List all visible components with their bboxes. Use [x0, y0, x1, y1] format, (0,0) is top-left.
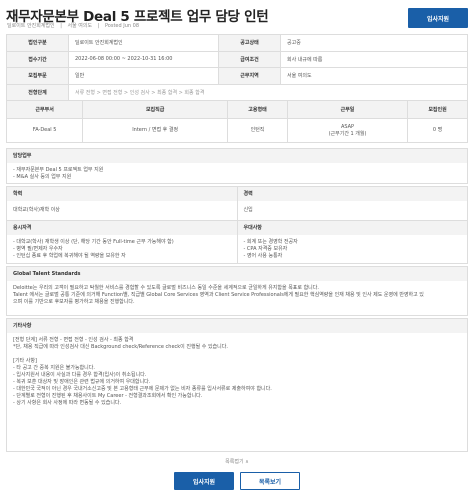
section-title: 경력	[237, 187, 467, 201]
start-value: ASAP	[340, 123, 355, 130]
info-key: 급여조건	[218, 50, 281, 68]
duration-value: (근무기간 1 개월)	[328, 130, 367, 137]
gts-line: Talent 에서는 글로벌 공통 기준에 의거해 Function별, 직급별…	[13, 292, 424, 298]
job-location: 서울 여의도	[67, 23, 93, 29]
duties-section: 담당업무 - 재무자문본부 Deal 5 프로젝트 업무 지원 - M&A 실사…	[6, 148, 468, 184]
table-row: 접수기간 2022-06-08 00:00 ~ 2022-10-31 16:00…	[6, 50, 468, 68]
preference-line: - 회계 또는 경영학 전공자	[243, 239, 298, 245]
info-value: 일반	[68, 67, 219, 85]
info-value: 회사 내규에 따름	[280, 50, 468, 68]
column-header: 근무일	[286, 100, 409, 119]
type-cell: 인턴직	[227, 118, 288, 143]
section-title: 학력	[7, 187, 237, 201]
info-key: 근무지역	[218, 67, 281, 85]
qualifications-section: 학력 대학교(학사)재학 이상 경력 신입 응시자격 - 대학교(학사) 재학생…	[6, 186, 468, 264]
info-value: 딜로이트 안진회계법인	[68, 34, 219, 52]
preference-line: - CPA 자격증 보유자	[243, 246, 288, 252]
etc-section: 기타사항 [전형 단계] 서류 전형 - 면접 전형 - 인성 검사 - 최종 …	[6, 318, 468, 452]
section-title: Global Talent Standards	[7, 267, 467, 281]
requirement-line: - 병역 필/면제자 우수자	[13, 246, 63, 252]
info-value: 2022-06-08 00:00 ~ 2022-10-31 16:00	[68, 50, 219, 68]
duty-line: - M&A 실사 등의 업무 지원	[13, 174, 72, 180]
education-value: 대학교(학사)재학 이상	[13, 207, 60, 213]
preference-line: - 영어 사용 능통자	[243, 253, 283, 259]
info-key: 법인구분	[6, 34, 69, 52]
apply-button-bottom[interactable]: 입사지원	[174, 472, 234, 490]
table-row: 모집부문 일반 근무지역 서울 여의도	[6, 67, 468, 85]
info-key: 접수기간	[6, 50, 69, 68]
table-row: FA-Deal 5 Intern / 면접 후 결정 인턴직 ASAP (근무기…	[5, 118, 468, 143]
etc-line: [기타 사항]	[13, 358, 37, 364]
etc-line: *단, 채용 직급에 따라 인성검사 대신 Background check/R…	[13, 344, 228, 350]
duty-line: - 재무자문본부 Deal 5 프로젝트 업무 지원	[13, 167, 104, 173]
etc-line	[13, 351, 461, 358]
etc-line: - 단계별로 전형이 진행된 후 채용사이트 My Career - 전형결과조…	[13, 393, 203, 399]
info-key: 모집부문	[6, 67, 69, 85]
company-name: 딜로이트 안진회계법인	[7, 23, 55, 29]
global-talent-section: Global Talent Standards Deloitte는 우리의 고객…	[6, 266, 468, 316]
column-header: 모집직급	[82, 100, 229, 119]
requirement-line: - 대학교(학사) 재학생 이상 (단, 해당 기간 동안 Full-time …	[13, 239, 174, 245]
column-header: 고용형태	[227, 100, 288, 119]
info-value: 공고중	[280, 34, 468, 52]
requirement-line: - 인턴십 종료 후 학업에 복귀해야 될 역량을 보유한 자	[13, 253, 126, 259]
section-title: 기타사항	[7, 319, 467, 333]
table-row: 전형단계 서류 전형 > 면접 전형 > 인성 검사 > 최종 합격 > 회종 …	[6, 83, 468, 101]
process-value: 서류 전형 > 면접 전형 > 인성 검사 > 최종 합격 > 회종 합격	[68, 83, 468, 101]
posted-date: Posted Jun 08	[104, 23, 140, 29]
table-header-row: 근무부서 모집직급 고용형태 근무일 모집인원	[5, 100, 468, 119]
info-key: 공고상태	[218, 34, 281, 52]
career-value: 신입	[243, 207, 253, 213]
grade-cell: Intern / 면접 후 결정	[82, 118, 229, 143]
info-value: 서울 여의도	[280, 67, 468, 85]
apply-button-top[interactable]: 입사지원	[408, 8, 468, 28]
fold-toggle[interactable]: 목록접기 ∧	[0, 458, 474, 465]
gts-line: Deloitte는 우리의 고객이 필요하고 탁월한 서비스를 경험할 수 있도…	[13, 285, 319, 291]
dept-cell: FA-Deal 5	[5, 118, 84, 143]
column-header: 근무부서	[5, 100, 84, 119]
column-header: 모집인원	[407, 100, 468, 119]
page-header: 재무자문본부 Deal 5 프로젝트 업무 담당 인턴 딜로이트 안진회계법인 …	[0, 0, 474, 32]
gts-line: 으며 이를 기반으로 후보자를 평가하고 채용을 진행합니다.	[13, 299, 135, 305]
table-row: 법인구분 딜로이트 안진회계법인 공고상태 공고중	[6, 34, 468, 52]
info-table: 법인구분 딜로이트 안진회계법인 공고상태 공고중 접수기간 2022-06-0…	[6, 34, 468, 101]
info-key: 전형단계	[6, 83, 69, 101]
count-cell: 0 명	[407, 118, 468, 143]
list-button[interactable]: 목록보기	[240, 472, 300, 490]
etc-line: - 대한민국 국적이 아닌 경우 국내거소신고증 및 본 고용형태 근무에 문제…	[13, 386, 272, 392]
start-cell: ASAP (근무기간 1 개월)	[286, 118, 409, 143]
etc-line: - 복귀 보훈 대상자 및 장애인은 관련 법규에 의거하여 우대합니다.	[13, 379, 151, 385]
etc-line: - 입사지원서 내용이 사실과 다를 경우 합격(입사)이 취소됩니다.	[13, 372, 147, 378]
etc-line: [전형 단계] 서류 전형 - 면접 전형 - 인성 검사 - 최종 합격	[13, 337, 134, 343]
section-title: 담당업무	[7, 149, 467, 163]
section-title: 응시자격	[7, 221, 237, 235]
etc-line: - 상기 사항은 회사 사정에 따라 변동될 수 있습니다.	[13, 400, 122, 406]
job-table: 근무부서 모집직급 고용형태 근무일 모집인원 FA-Deal 5 Intern…	[5, 100, 468, 143]
job-subtitle: 딜로이트 안진회계법인 | 서울 여의도 | Posted Jun 08	[7, 23, 140, 29]
section-title: 우대사항	[237, 221, 467, 235]
etc-line: - 타 공고 간 중복 지원은 불가능합니다.	[13, 365, 95, 371]
